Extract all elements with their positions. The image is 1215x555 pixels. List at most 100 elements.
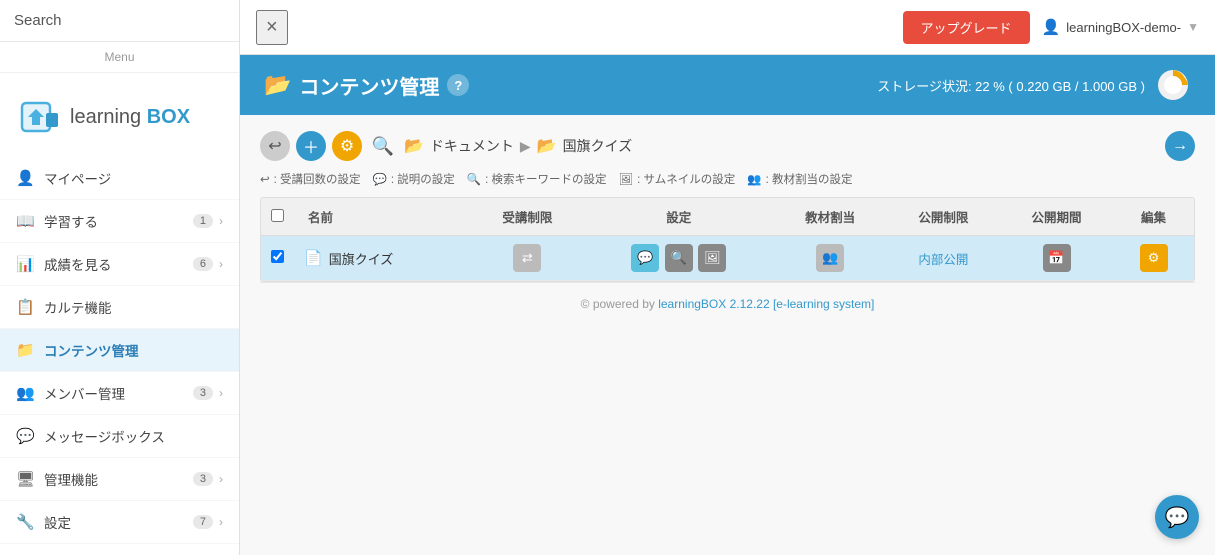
legend-label-1: : 受講回数の設定 [274,171,361,187]
legend-label-2: : 説明の設定 [391,171,455,187]
page-title: コンテンツ管理 [299,71,439,100]
col-public-restrict: 公開制限 [887,198,1000,236]
sidebar-item-settings[interactable]: 🔧 設定 7 › [0,501,239,544]
karte-icon: 📋 [16,298,34,316]
public-restriction-label: 内部公開 [918,253,968,267]
thumbnail-button[interactable]: 🖼 [698,244,726,272]
sidebar-item-mypage[interactable]: 👤 マイページ [0,157,239,200]
col-edit: 編集 [1113,198,1194,236]
legend-icon-2: 💬 [373,172,387,186]
assignment-button[interactable]: 👥 [816,244,844,272]
table-row: 📄 国旗クイズ ⇄ 💬 🔍 🖼 � [261,236,1194,281]
close-button[interactable]: × [256,10,288,45]
contents-icon: 📁 [16,341,34,359]
legend-row: ↩ : 受講回数の設定 💬 : 説明の設定 🔍 : 検索キーワードの設定 🖼 :… [260,171,1195,187]
legend-label-3: : 検索キーワードの設定 [485,171,606,187]
sidebar: Search Menu learning BOX 👤 マイページ 📖 学習する … [0,0,240,555]
page-header-left: 📂 コンテンツ管理 ? [264,71,469,100]
chevron-icon: › [219,386,223,400]
storage-pie-chart [1155,67,1191,103]
breadcrumb-current: 国旗クイズ [563,136,633,156]
logo-text: learning BOX [70,106,190,128]
user-menu[interactable]: 👤 learningBOX-demo- ▼ [1042,18,1199,36]
chevron-icon: › [219,515,223,529]
item-label: 国旗クイズ [329,249,394,268]
storage-info: ストレージ状況: 22 % ( 0.220 GB / 1.000 GB ) [877,67,1191,103]
toolbar-right: → [1165,131,1195,161]
admin-icon: 🖥 [16,470,34,488]
sidebar-item-contents[interactable]: 📁 コンテンツ管理 [0,329,239,372]
page-header: 📂 コンテンツ管理 ? ストレージ状況: 22 % ( 0.220 GB / 1… [240,55,1215,115]
back-button[interactable]: ↩ [260,131,290,161]
user-icon: 👤 [1042,18,1061,36]
col-access: 受講制限 [471,198,584,236]
breadcrumb-folder-icon: 📂 [404,136,424,156]
dropdown-arrow-icon: ▼ [1187,20,1199,34]
legend-icon-1: ↩ [260,172,270,186]
legend-label-4: : サムネイルの設定 [637,171,735,187]
col-settings: 設定 [584,198,774,236]
sidebar-menu-label: Menu [0,42,239,73]
sidebar-search-label: Search [0,0,239,42]
topbar-right: アップグレード 👤 learningBOX-demo- ▼ [903,11,1199,44]
legend-label-5: : 教材割当の設定 [766,171,853,187]
legend-icon-4: 🖼 [618,172,633,186]
results-icon: 📊 [16,255,34,273]
main-area: × アップグレード 👤 learningBOX-demo- ▼ 📂 コンテンツ管… [240,0,1215,555]
col-name: 名前 [294,198,471,236]
sidebar-nav: 👤 マイページ 📖 学習する 1 › 📊 成績を見る 6 › 📋 カルテ機能 📁… [0,157,239,555]
chevron-icon: › [219,214,223,228]
logo-icon [18,95,62,139]
col-assignment: 教材割当 [774,198,887,236]
legend-icon-5: 👥 [747,172,761,186]
row-checkbox[interactable] [271,250,284,263]
content-table: 名前 受講制限 設定 教材割当 公開制限 公開期間 編集 📄 [260,197,1195,282]
sidebar-item-admin[interactable]: 🖥 管理機能 3 › [0,458,239,501]
add-button[interactable]: ＋ [296,131,326,161]
legend-icon-3: 🔍 [467,172,481,186]
topbar: × アップグレード 👤 learningBOX-demo- ▼ [240,0,1215,55]
search-button[interactable]: 🔍 [368,131,398,161]
storage-text: ストレージ状況: 22 % ( 0.220 GB / 1.000 GB ) [877,76,1145,95]
footer: © powered by learningBOX 2.12.22 [e-lear… [260,282,1195,325]
settings-button[interactable]: ⚙ [332,131,362,161]
chevron-icon: › [219,257,223,271]
footer-text: © powered by [581,297,659,311]
col-publish-period: 公開期間 [1000,198,1113,236]
content-area: ↩ ＋ ⚙ 🔍 📂 ドキュメント ▶ 📂 国旗クイズ → ↩ : 受講回数の設定… [240,115,1215,555]
learning-icon: 📖 [16,212,34,230]
edit-button[interactable]: ⚙ [1140,244,1168,272]
chat-icon: 💬 [1165,505,1190,530]
breadcrumb-root: ドキュメント [430,136,514,156]
members-icon: 👥 [16,384,34,402]
footer-link[interactable]: learningBOX 2.12.22 [e-learning system] [658,297,874,311]
select-all-checkbox[interactable] [271,209,284,222]
navigate-button[interactable]: → [1165,131,1195,161]
chevron-icon: › [219,472,223,486]
messages-icon: 💬 [16,427,34,445]
description-button[interactable]: 💬 [631,244,659,272]
item-name: 📄 国旗クイズ [304,249,461,268]
sidebar-item-learning[interactable]: 📖 学習する 1 › [0,200,239,243]
sidebar-item-karte[interactable]: 📋 カルテ機能 [0,286,239,329]
access-limit-button[interactable]: ⇄ [513,244,541,272]
sidebar-item-billing[interactable]: 💳 制限機能 › [0,544,239,555]
sidebar-item-members[interactable]: 👥 メンバー管理 3 › [0,372,239,415]
toolbar: ↩ ＋ ⚙ 🔍 📂 ドキュメント ▶ 📂 国旗クイズ → [260,131,1195,161]
user-name: learningBOX-demo- [1066,20,1181,35]
help-button[interactable]: ? [447,74,469,96]
settings-icon: 🔧 [16,513,34,531]
sidebar-item-messages[interactable]: 💬 メッセージボックス [0,415,239,458]
breadcrumb-folder2-icon: 📂 [537,136,557,156]
keyword-button[interactable]: 🔍 [665,244,693,272]
quiz-icon: 📄 [304,249,323,267]
mypage-icon: 👤 [16,169,34,187]
breadcrumb-arrow-icon: ▶ [520,138,531,155]
upgrade-button[interactable]: アップグレード [903,11,1030,44]
calendar-button[interactable]: 📅 [1043,244,1071,272]
folder-icon: 📂 [264,72,291,98]
sidebar-logo: learning BOX [0,73,239,157]
sidebar-item-results[interactable]: 📊 成績を見る 6 › [0,243,239,286]
breadcrumb: 📂 ドキュメント ▶ 📂 国旗クイズ [404,136,632,156]
chat-bubble[interactable]: 💬 [1155,495,1199,539]
